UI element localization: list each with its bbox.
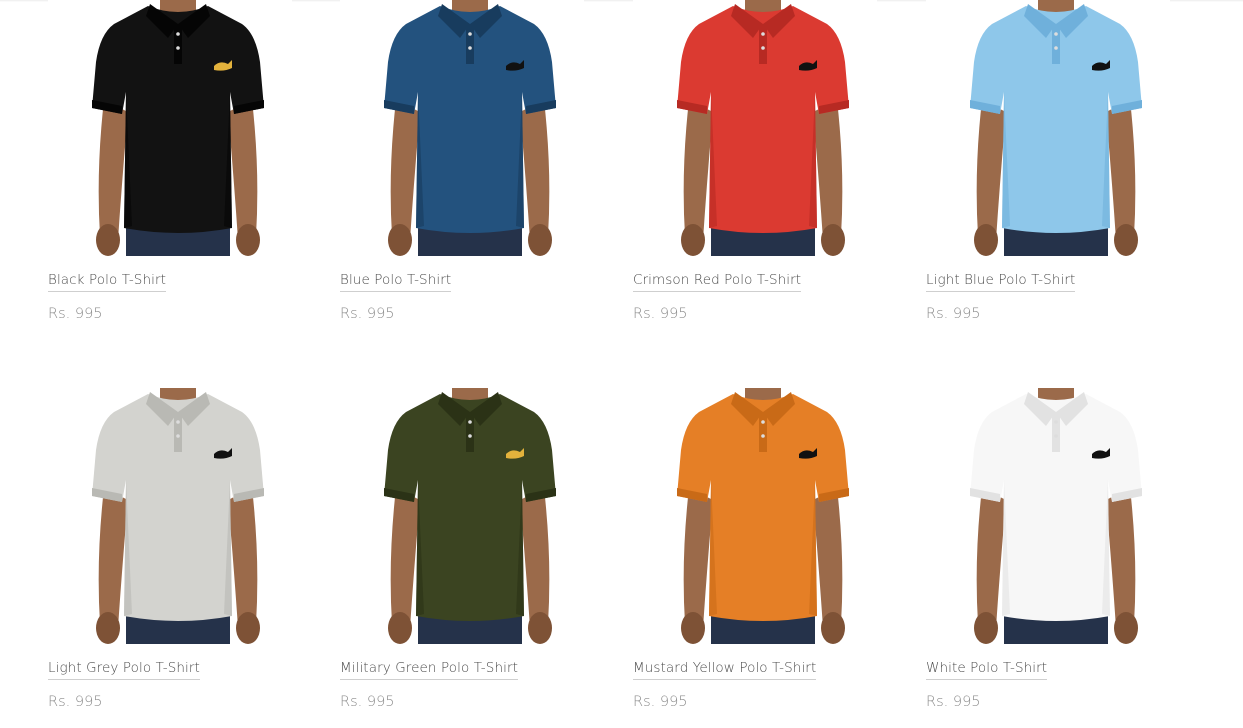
polo-shirt-illustration: [677, 0, 849, 256]
product-name-link[interactable]: Mustard Yellow Polo T-Shirt: [633, 660, 817, 680]
product-name-link[interactable]: White Polo T-Shirt: [926, 660, 1048, 680]
product-name-link[interactable]: Crimson Red Polo T-Shirt: [633, 272, 802, 292]
product-card[interactable]: Military Green Polo T-Shirt Rs. 995: [292, 388, 584, 728]
product-image[interactable]: [340, 0, 584, 256]
polo-shirt-illustration: [384, 0, 556, 256]
polo-shirt-illustration: [384, 388, 556, 644]
product-grid: Black Polo T-Shirt Rs. 995 Blue Polo T-S…: [0, 0, 1243, 713]
product-price: Rs. 995: [633, 694, 688, 710]
product-name-link[interactable]: Light Grey Polo T-Shirt: [48, 660, 200, 680]
polo-shirt-illustration: [677, 388, 849, 644]
product-price: Rs. 995: [48, 306, 103, 322]
product-name-link[interactable]: Black Polo T-Shirt: [48, 272, 167, 292]
product-image[interactable]: [340, 388, 584, 644]
product-name-link[interactable]: Light Blue Polo T-Shirt: [926, 272, 1076, 292]
polo-shirt-illustration: [92, 388, 264, 644]
product-image[interactable]: [48, 388, 292, 644]
product-price: Rs. 995: [48, 694, 103, 710]
product-image[interactable]: [48, 0, 292, 256]
product-price: Rs. 995: [926, 306, 981, 322]
product-price: Rs. 995: [633, 306, 688, 322]
product-name-link[interactable]: Military Green Polo T-Shirt: [340, 660, 518, 680]
product-card[interactable]: Black Polo T-Shirt Rs. 995: [0, 0, 292, 340]
polo-shirt-illustration: [970, 0, 1142, 256]
product-card[interactable]: Blue Polo T-Shirt Rs. 995: [292, 0, 584, 340]
polo-shirt-illustration: [92, 0, 264, 256]
product-image[interactable]: [926, 0, 1170, 256]
product-card[interactable]: Crimson Red Polo T-Shirt Rs. 995: [585, 0, 877, 340]
product-price: Rs. 995: [340, 306, 395, 322]
product-card[interactable]: White Polo T-Shirt Rs. 995: [878, 388, 1170, 728]
product-card[interactable]: Mustard Yellow Polo T-Shirt Rs. 995: [585, 388, 877, 728]
product-price: Rs. 995: [926, 694, 981, 710]
product-card[interactable]: Light Blue Polo T-Shirt Rs. 995: [878, 0, 1170, 340]
product-name-link[interactable]: Blue Polo T-Shirt: [340, 272, 452, 292]
product-image[interactable]: [633, 0, 877, 256]
polo-shirt-illustration: [970, 388, 1142, 644]
product-image[interactable]: [633, 388, 877, 644]
product-image[interactable]: [926, 388, 1170, 644]
product-card[interactable]: Light Grey Polo T-Shirt Rs. 995: [0, 388, 292, 728]
product-price: Rs. 995: [340, 694, 395, 710]
